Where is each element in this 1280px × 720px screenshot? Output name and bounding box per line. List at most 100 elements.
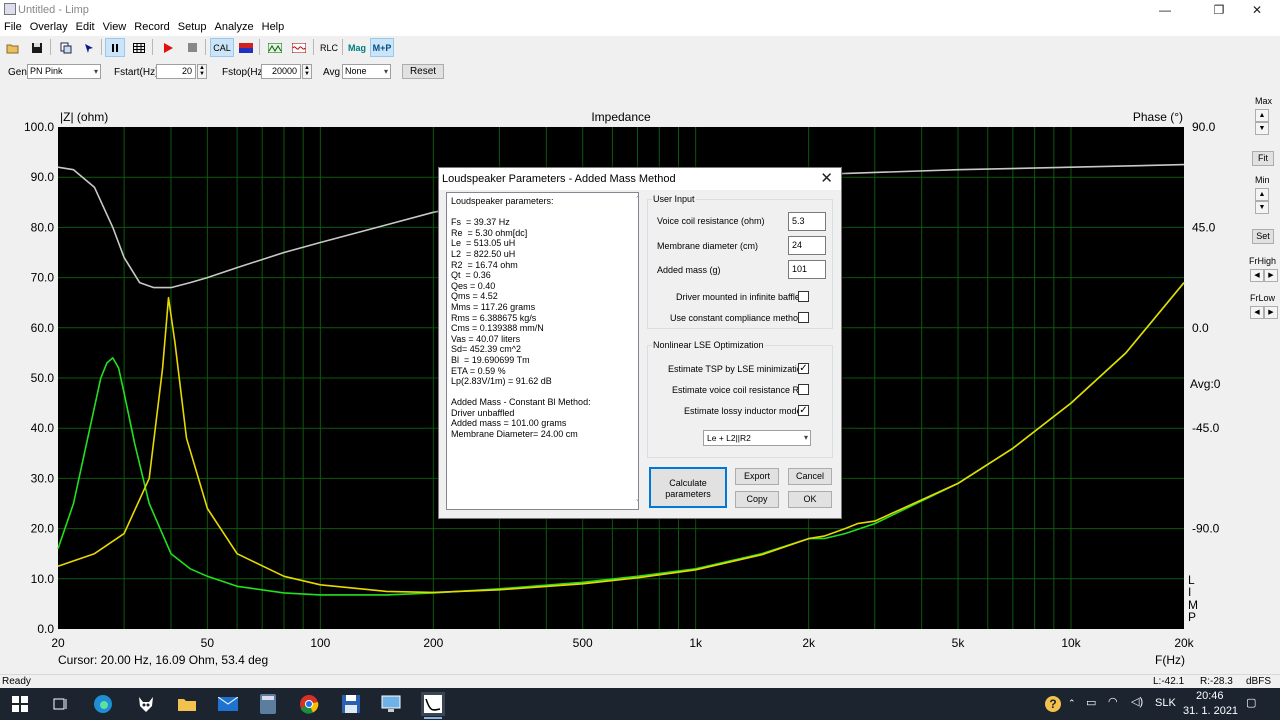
reset-button[interactable]: Reset: [402, 64, 444, 79]
max-down-button[interactable]: ▼: [1255, 122, 1269, 135]
hatched-wave-icon[interactable]: [265, 38, 285, 57]
membrane-diameter-input[interactable]: 24: [788, 236, 826, 255]
network-icon[interactable]: ▭: [1086, 696, 1096, 709]
frlow-right-button[interactable]: ▶: [1264, 306, 1278, 319]
notifications-icon[interactable]: ▢: [1246, 696, 1256, 709]
minimize-button[interactable]: —: [1142, 0, 1188, 20]
export-button[interactable]: Export: [735, 468, 779, 485]
rlc-button[interactable]: RLC: [318, 38, 340, 57]
avg-select[interactable]: None ▾: [342, 64, 391, 79]
file-explorer-icon[interactable]: [175, 692, 199, 716]
cancel-button[interactable]: Cancel: [788, 468, 832, 485]
parameters-textbox[interactable]: Loudspeaker parameters: Fs = 39.37 Hz Re =…: [446, 192, 639, 510]
menu-bar: File Overlay Edit View Record Setup Analyze Hel…: [0, 20, 1280, 36]
parameter-line: Driver unbaffled: [451, 407, 515, 418]
frhigh-right-button[interactable]: ▶: [1264, 269, 1278, 282]
fstart-spinner[interactable]: ▲ ▼: [197, 64, 207, 79]
chrome-icon[interactable]: [297, 692, 321, 716]
calculator-icon[interactable]: [256, 692, 280, 716]
mail-icon[interactable]: [216, 692, 240, 716]
fstop-spinner[interactable]: ▲ ▼: [302, 64, 312, 79]
copy-button[interactable]: Copy: [735, 491, 779, 508]
parameter-line: Added mass = 101.00 grams: [451, 418, 567, 429]
frhigh-left-button[interactable]: ◀: [1250, 269, 1264, 282]
menu-view[interactable]: View: [99, 20, 131, 33]
inductor-model-select[interactable]: Le + L2||R2 ▾: [703, 430, 811, 446]
menu-file[interactable]: File: [0, 20, 26, 33]
close-button[interactable]: ✕: [1234, 0, 1280, 20]
frlow-left-button[interactable]: ◀: [1250, 306, 1264, 319]
parameter-line: Cms = 0.139388 mm/N: [451, 323, 544, 334]
fstop-input[interactable]: 20000: [261, 64, 301, 79]
ok-button[interactable]: OK: [788, 491, 832, 508]
fox-app-icon[interactable]: [134, 692, 158, 716]
toolbar-separator: [342, 39, 343, 55]
menu-overlay[interactable]: Overlay: [26, 20, 72, 33]
parameter-line: Vas = 40.07 liters: [451, 333, 521, 344]
parameter-line: ETA = 0.59 %: [451, 365, 506, 376]
set-button[interactable]: Set: [1252, 229, 1274, 244]
gen-select[interactable]: PN Pink ▾: [27, 64, 101, 79]
chevron-up-icon[interactable]: ⌃: [1068, 698, 1076, 709]
cursor-readout: Cursor: 20.00 Hz, 16.09 Ohm, 53.4 deg: [58, 653, 268, 667]
stop-icon[interactable]: [182, 38, 202, 57]
scroll-up-icon[interactable]: ⌃: [635, 195, 638, 206]
fit-button[interactable]: Fit: [1252, 151, 1274, 166]
windows-start-icon[interactable]: [8, 692, 32, 716]
pause-icon[interactable]: [105, 38, 125, 57]
constant-compliance-label: Use constant compliance method: [670, 313, 804, 323]
y2-tick-label: 90.0: [1192, 120, 1216, 134]
scroll-down-icon[interactable]: ⌄: [635, 495, 638, 506]
status-ready: Ready: [2, 676, 31, 687]
parameter-line: Lp(2.83V/1m) = 91.62 dB: [451, 376, 552, 387]
task-view-icon[interactable]: [48, 692, 72, 716]
x-tick-label: 100: [310, 636, 330, 650]
estimate-re-checkbox[interactable]: [798, 384, 809, 395]
dialog-close-icon[interactable]: ✕: [820, 169, 833, 187]
min-down-button[interactable]: ▼: [1255, 201, 1269, 214]
magnitude-button[interactable]: Mag: [346, 38, 368, 57]
inductor-model-value: Le + L2||R2: [707, 433, 751, 443]
max-up-button[interactable]: ▲: [1255, 109, 1269, 122]
save-icon[interactable]: [27, 38, 47, 57]
help-icon[interactable]: ?: [1045, 696, 1061, 712]
mag-phase-button[interactable]: M+P: [370, 38, 394, 57]
fstart-input[interactable]: 20: [156, 64, 196, 79]
language-indicator[interactable]: SLK: [1155, 697, 1176, 709]
estimate-tsp-checkbox[interactable]: ✓: [798, 363, 809, 374]
toolbar: CAL RLC Mag M+P: [0, 36, 1280, 59]
estimate-inductor-checkbox[interactable]: ✓: [798, 405, 809, 416]
added-mass-input[interactable]: 101: [788, 260, 826, 279]
play-icon[interactable]: [158, 38, 178, 57]
open-folder-icon[interactable]: [3, 38, 23, 57]
voice-coil-input[interactable]: 5.3: [788, 212, 826, 231]
cursor-icon[interactable]: [79, 38, 99, 57]
floppy-app-icon[interactable]: [339, 692, 363, 716]
menu-setup[interactable]: Setup: [174, 20, 211, 33]
speaker-icon[interactable]: ◁): [1131, 695, 1143, 708]
calibration-button[interactable]: CAL: [210, 38, 234, 57]
wifi-icon[interactable]: ◠: [1108, 695, 1118, 708]
nonlinear-lse-group: Nonlinear LSE Optimization Estimate TSP …: [647, 340, 833, 458]
menu-help[interactable]: Help: [258, 20, 289, 33]
min-up-button[interactable]: ▲: [1255, 188, 1269, 201]
calculate-parameters-button[interactable]: Calculate parameters: [649, 467, 727, 508]
edge-browser-icon[interactable]: [91, 692, 115, 716]
monitor-app-icon[interactable]: [379, 692, 403, 716]
y-tick-label: 10.0: [31, 572, 55, 586]
overlay-icon[interactable]: [236, 38, 256, 57]
frlow-label: FrLow: [1250, 293, 1276, 303]
clock-time[interactable]: 20:46: [1196, 690, 1224, 702]
x-tick-label: 200: [423, 636, 443, 650]
menu-analyze[interactable]: Analyze: [210, 20, 257, 33]
grid-icon[interactable]: [129, 38, 149, 57]
clock-date[interactable]: 31. 1. 2021: [1183, 705, 1238, 717]
constant-compliance-checkbox[interactable]: [798, 312, 809, 323]
params-scrollbar[interactable]: ⌃ ⌄: [632, 193, 638, 509]
red-wave-icon[interactable]: [289, 38, 309, 57]
limp-app-icon[interactable]: [421, 692, 445, 719]
copy-icon[interactable]: [56, 38, 76, 57]
menu-edit[interactable]: Edit: [72, 20, 99, 33]
menu-record[interactable]: Record: [130, 20, 173, 33]
infinite-baffle-checkbox[interactable]: [798, 291, 809, 302]
